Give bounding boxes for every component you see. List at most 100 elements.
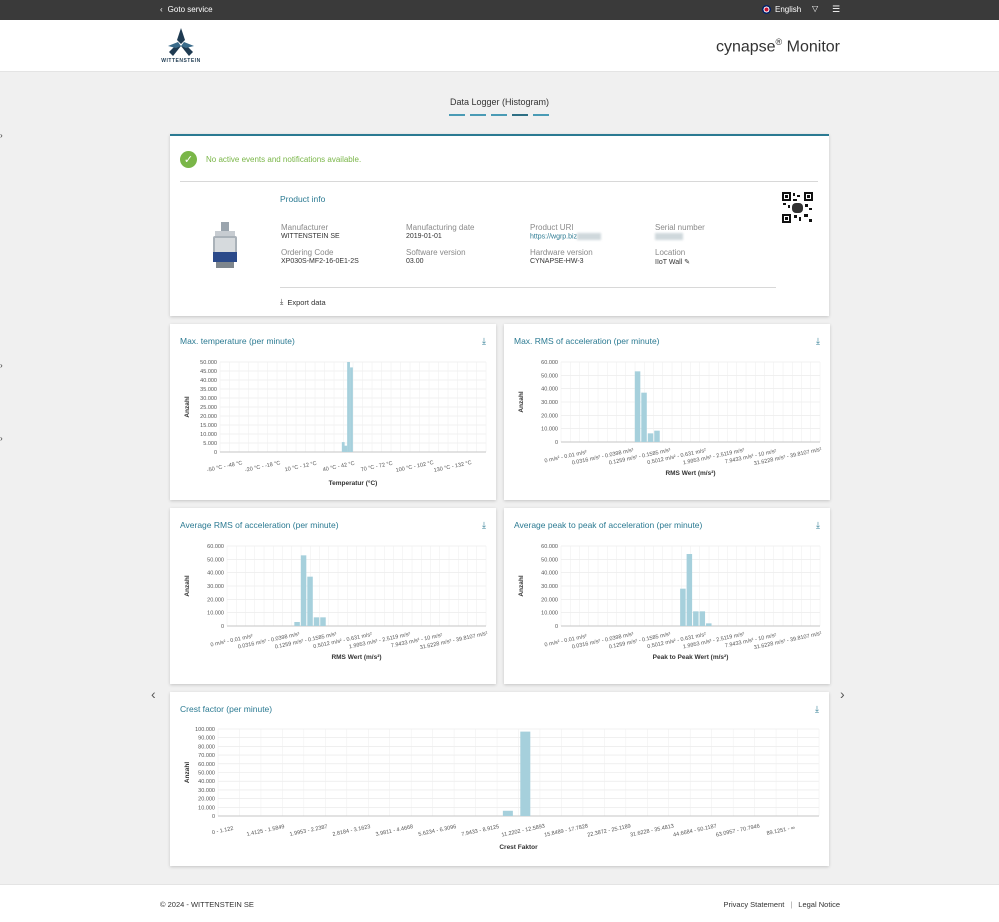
x-tick-label: 22.3872 - 25.1189	[587, 823, 632, 838]
chart-card-average-peak-to-peak: 0 10.000 20.000 30.000 40.000 50.000 60.000 0 m…	[504, 508, 830, 684]
product-uri-link[interactable]: https://wgrp.biz	[530, 233, 602, 240]
histogram-bar	[641, 392, 647, 442]
download-icon[interactable]: ⤓	[482, 520, 486, 531]
histogram-bar	[344, 445, 348, 452]
language-selector[interactable]: English	[762, 5, 801, 14]
app-brand: cynapse® Monitor	[715, 37, 840, 56]
y-tick-label: 30.000	[198, 788, 215, 794]
y-tick-label: 45.000	[200, 369, 217, 375]
download-icon[interactable]: ⤓	[482, 336, 486, 347]
y-tick-label: 0	[555, 440, 558, 446]
x-tick-label: 3.9811 - 4.4668	[375, 824, 414, 838]
y-tick-label: 25.000	[200, 405, 217, 411]
y-tick-label: 70.000	[198, 753, 215, 759]
chart-title: Max. temperature (per minute)	[180, 336, 295, 346]
y-tick-label: 30.000	[541, 400, 558, 406]
redacted-value	[577, 233, 602, 240]
chart-title: Average RMS of acceleration (per minute)	[180, 520, 339, 530]
y-axis-title: Anzahl	[184, 575, 191, 597]
y-tick-label: 40.000	[200, 378, 217, 384]
product-card: ✓ No active events and notifications ava…	[170, 134, 829, 316]
chevron-down-icon[interactable]: ▽	[812, 4, 818, 13]
x-axis-title: Peak to Peak Wert (m/s²)	[653, 654, 729, 661]
y-tick-label: 5.000	[203, 441, 217, 447]
download-icon[interactable]: ⤓	[815, 704, 819, 715]
y-tick-label: 60.000	[541, 544, 558, 550]
y-tick-label: 90.000	[198, 736, 215, 742]
x-axis-title: Temperatur (°C)	[329, 479, 378, 487]
x-tick-label: 1.4125 - 1.5849	[246, 824, 285, 838]
copyright: © 2024 - WITTENSTEIN SE	[160, 900, 254, 909]
y-tick-label: 0	[212, 814, 215, 820]
histogram-bar	[634, 371, 641, 442]
previous-arrow[interactable]: ‹	[151, 686, 156, 702]
x-tick-label: 63.0957 - 70.7946	[715, 823, 760, 838]
status-text: No active events and notifications avail…	[206, 155, 362, 164]
y-tick-label: 10.000	[200, 432, 217, 438]
next-arrow[interactable]: ›	[840, 686, 845, 702]
page-dot[interactable]	[449, 114, 465, 116]
download-icon[interactable]: ⤓	[816, 336, 820, 347]
chart-svg: 010.00020.00030.00040.00050.00060.0000 m…	[518, 360, 822, 477]
chart-title: Average peak to peak of acceleration (pe…	[514, 520, 703, 530]
export-data-button[interactable]: ⤓ Export data	[280, 297, 326, 307]
y-tick-label: 50.000	[200, 360, 217, 366]
histogram-bar	[654, 430, 660, 442]
download-icon[interactable]: ⤓	[816, 520, 820, 531]
y-tick-label: 20.000	[207, 597, 224, 603]
page-indicator	[449, 114, 549, 116]
histogram-bar	[294, 622, 300, 626]
y-tick-label: 20.000	[541, 413, 558, 419]
edit-icon[interactable]: ✎	[684, 259, 690, 266]
page-dot[interactable]	[533, 114, 549, 116]
edge-marker: ›	[0, 434, 3, 443]
x-tick-label: 0 - 1.122	[212, 826, 234, 836]
privacy-statement-link[interactable]: Privacy Statement	[723, 900, 784, 909]
y-tick-label: 20.000	[200, 414, 217, 420]
y-tick-label: 40.000	[541, 571, 558, 577]
histogram-bar	[502, 810, 513, 816]
y-tick-label: 0	[221, 624, 224, 630]
x-tick-label: 2.8184 - 3.1623	[332, 824, 371, 838]
y-axis-title: Anzahl	[518, 391, 525, 413]
settings-icon[interactable]: ☰	[832, 4, 840, 15]
x-tick-label: 15.8489 - 17.7828	[544, 823, 589, 838]
field-serial-number: Serial number	[655, 223, 705, 240]
histogram-bar	[706, 623, 712, 626]
field-manufacturer: Manufacturer WITTENSTEIN SE	[281, 223, 340, 240]
x-tick-label: 11.2202 - 12.5893	[501, 823, 546, 838]
x-tick-label: 10 °C - 12 °C	[284, 461, 317, 474]
edge-marker: ›	[0, 131, 3, 140]
qr-code	[781, 191, 814, 224]
chart-card-crest-factor: 0 10.000 20.000 30.000 40.000 50.000 60.000 70.…	[170, 692, 829, 866]
histogram-bar	[300, 555, 307, 626]
legal-notice-link[interactable]: Legal Notice	[798, 900, 840, 909]
check-icon: ✓	[180, 151, 197, 168]
x-tick-label: 7.9433 - 8.9125	[461, 824, 500, 838]
redacted-value	[655, 233, 683, 240]
y-tick-label: 30.000	[541, 584, 558, 590]
y-tick-label: 100.000	[195, 727, 215, 733]
language-label: English	[775, 5, 802, 14]
y-tick-label: 40.000	[207, 571, 224, 577]
y-axis-title: Anzahl	[518, 575, 525, 597]
y-tick-label: 60.000	[198, 762, 215, 768]
chart-svg: 0 5.000 10.000 15.000 20.000 25.000 30.000 35.0…	[184, 360, 487, 487]
divider	[280, 287, 776, 288]
status-message: ✓ No active events and notifications ava…	[180, 151, 361, 168]
field-software-version: Software version 03.00	[406, 248, 466, 265]
logo-text: WITTENSTEIN	[161, 58, 201, 64]
y-tick-label: 20.000	[541, 597, 558, 603]
x-tick-label: 89.1251 - ∞	[766, 825, 795, 837]
uk-flag-icon	[762, 5, 771, 14]
histogram-bar	[341, 442, 345, 452]
page-dot[interactable]	[491, 114, 507, 116]
chart-svg: 010.00020.00030.00040.00050.00060.0000 m…	[184, 544, 488, 661]
page-dot[interactable]	[470, 114, 486, 116]
page-dot-active[interactable]	[512, 114, 528, 116]
x-tick-label: 100 °C - 102 °C	[395, 460, 434, 474]
goto-service-link[interactable]: ‹ Goto service	[160, 5, 213, 14]
edge-marker: ›	[0, 361, 3, 370]
histogram-bar	[520, 731, 531, 816]
y-tick-label: 10.000	[541, 611, 558, 617]
